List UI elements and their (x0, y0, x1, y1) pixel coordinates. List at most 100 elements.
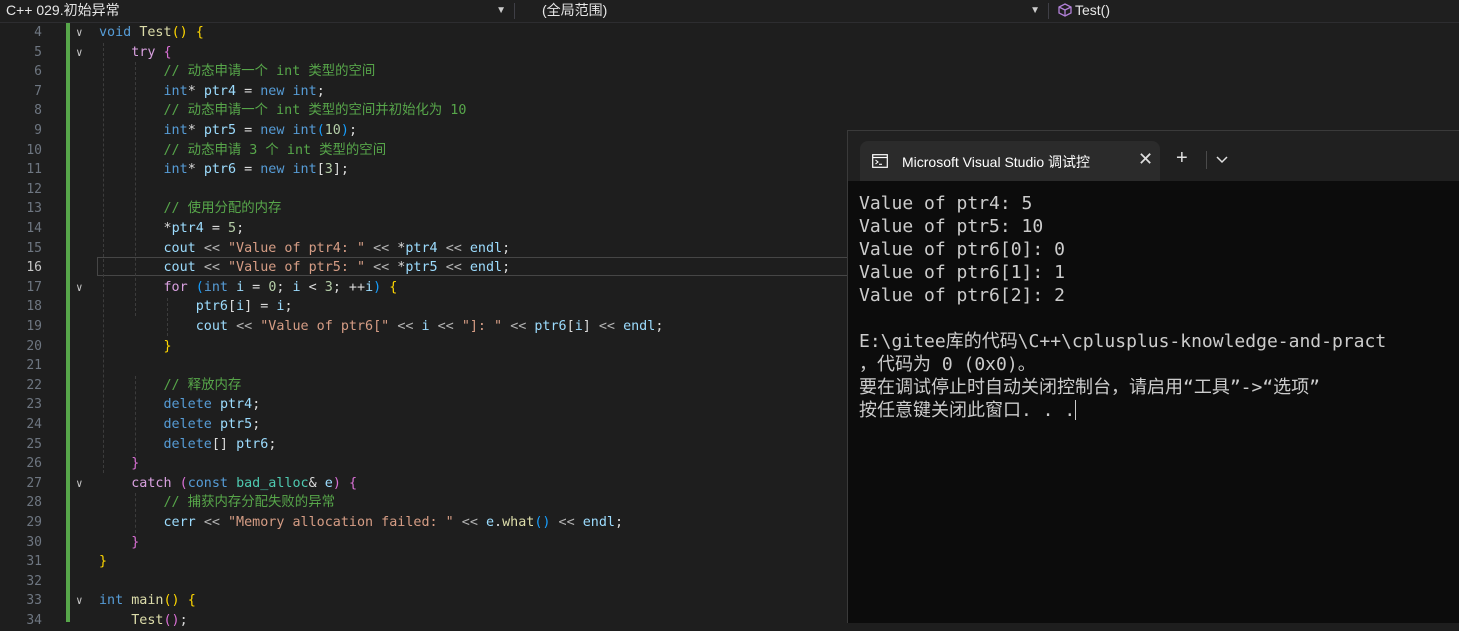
console-line: ，代码为 0 (0x0)。 (859, 354, 1036, 375)
console-line: 按任意键关闭此窗口. . . (859, 400, 1077, 421)
line-number: 18 (26, 299, 42, 315)
code-text: delete[] ptr6; (163, 436, 277, 452)
code-text: delete ptr5; (163, 417, 261, 432)
console-tab-title: Microsoft Visual Studio 调试控 (902, 154, 1091, 170)
line-number: 10 (26, 142, 42, 158)
project-name: C++ 029.初始异常 (6, 2, 120, 18)
line-number: 32 (26, 573, 42, 589)
line-number: 21 (26, 358, 42, 374)
code-line[interactable]: 4 ∨ void Test() { (0, 23, 1459, 43)
console-titlebar: Microsoft Visual Studio 调试控 ✕ + (848, 131, 1459, 181)
code-text: cerr << "Memory allocation failed: " << … (163, 515, 624, 530)
line-number: 31 (26, 554, 42, 570)
console-line: Value of ptr6[0]: 0 (859, 239, 1065, 260)
line-number: 27 (26, 475, 42, 491)
line-number: 9 (34, 123, 42, 138)
terminal-icon (872, 154, 888, 168)
scope-name: (全局范围) (542, 2, 608, 18)
code-text: } (131, 456, 140, 472)
code-text: int* ptr5 = new int(10); (163, 123, 358, 138)
chevron-down-icon: ▼ (1030, 5, 1040, 16)
code-text: } (99, 554, 108, 570)
console-line: Value of ptr6[1]: 1 (859, 262, 1065, 283)
line-number: 30 (26, 534, 42, 550)
code-text: try { (131, 44, 172, 60)
line-number: 25 (26, 436, 42, 452)
code-text: cout << "Value of ptr6[" << i << "]: " <… (195, 319, 664, 334)
code-text: // 捕获内存分配失败的异常 (163, 495, 335, 511)
line-number: 23 (26, 397, 42, 413)
scope-dropdown[interactable]: (全局范围) ▼ (518, 0, 1046, 22)
fold-toggle-icon[interactable]: ∨ (76, 591, 83, 611)
line-number: 4 (34, 25, 42, 40)
line-number: 8 (34, 103, 42, 119)
code-text: cout << "Value of ptr5: " << *ptr5 << en… (163, 260, 511, 276)
line-number: 16 (26, 260, 42, 276)
console-line: Value of ptr5: 10 (859, 216, 1044, 237)
console-line: Value of ptr4: 5 (859, 193, 1033, 214)
line-number: 24 (26, 417, 42, 432)
close-icon[interactable]: ✕ (1138, 149, 1153, 170)
console-tab[interactable]: Microsoft Visual Studio 调试控 ✕ (860, 141, 1160, 181)
code-text: } (163, 338, 172, 354)
line-number: 33 (26, 593, 42, 609)
line-number: 12 (26, 181, 42, 197)
line-number: 20 (26, 338, 42, 354)
console-line: E:\gitee库的代码\C++\cplusplus-knowledge-and… (859, 331, 1387, 352)
code-line[interactable]: 7 int* ptr4 = new int; (0, 82, 1459, 102)
code-text: cout << "Value of ptr4: " << *ptr4 << en… (163, 240, 511, 256)
fold-toggle-icon[interactable]: ∨ (76, 474, 83, 494)
text-cursor (1075, 400, 1077, 420)
code-text: ptr6[i] = i; (195, 299, 293, 315)
code-line[interactable]: 5 ∨ try { (0, 43, 1459, 63)
code-text: // 动态申请 3 个 int 类型的空间 (163, 142, 387, 158)
fold-toggle-icon[interactable]: ∨ (76, 278, 83, 298)
function-name: Test() (1075, 2, 1110, 18)
line-number: 15 (26, 240, 42, 256)
code-text: int* ptr6 = new int[3]; (163, 162, 349, 178)
new-tab-button[interactable]: + (1176, 148, 1188, 168)
console-line: 要在调试停止时自动关闭控制台，请启用“工具”->“选项” (859, 377, 1321, 398)
code-line[interactable]: 8 // 动态申请一个 int 类型的空间并初始化为 10 (0, 101, 1459, 121)
line-number: 34 (26, 613, 42, 628)
method-cube-icon (1058, 3, 1072, 17)
code-text: for (int i = 0; i < 3; ++i) { (163, 279, 398, 295)
line-number: 5 (34, 44, 42, 60)
line-number: 28 (26, 495, 42, 511)
divider (514, 3, 515, 19)
line-number: 6 (34, 64, 42, 80)
code-text: // 动态申请一个 int 类型的空间 (163, 64, 376, 80)
navigation-bar: C++ 029.初始异常 ▼ (全局范围) ▼ Test() (0, 0, 1459, 23)
code-text: delete ptr4; (163, 397, 261, 413)
function-dropdown[interactable]: Test() (1052, 0, 1459, 22)
code-text: // 释放内存 (163, 377, 242, 393)
code-text: Test(); (131, 613, 188, 628)
debug-console-window[interactable]: Microsoft Visual Studio 调试控 ✕ + Value of… (847, 130, 1459, 623)
code-text: int* ptr4 = new int; (163, 83, 325, 99)
code-line[interactable]: 6 // 动态申请一个 int 类型的空间 (0, 62, 1459, 82)
console-line: Value of ptr6[2]: 2 (859, 285, 1065, 306)
line-number: 7 (34, 83, 42, 99)
fold-toggle-icon[interactable]: ∨ (76, 43, 83, 63)
divider (1206, 151, 1207, 169)
line-number: 29 (26, 515, 42, 530)
line-number: 17 (26, 279, 42, 295)
line-number: 26 (26, 456, 42, 472)
code-text: void Test() { (99, 25, 204, 40)
line-number: 13 (26, 201, 42, 217)
line-number: 14 (26, 221, 42, 236)
chevron-down-icon: ▼ (496, 5, 506, 16)
line-number: 22 (26, 377, 42, 393)
code-text: catch (const bad_alloc& e) { (131, 475, 357, 491)
fold-toggle-icon[interactable]: ∨ (76, 23, 83, 43)
code-text: // 使用分配的内存 (163, 201, 282, 217)
project-dropdown[interactable]: C++ 029.初始异常 ▼ (0, 0, 512, 22)
console-output: Value of ptr4: 5 Value of ptr5: 10 Value o… (859, 192, 1386, 422)
chevron-down-icon[interactable] (1216, 153, 1228, 167)
code-text: int main() { (99, 593, 196, 609)
code-text: *ptr4 = 5; (99, 221, 245, 236)
divider (1048, 3, 1049, 19)
code-text: } (131, 534, 140, 550)
line-number: 11 (26, 162, 42, 178)
